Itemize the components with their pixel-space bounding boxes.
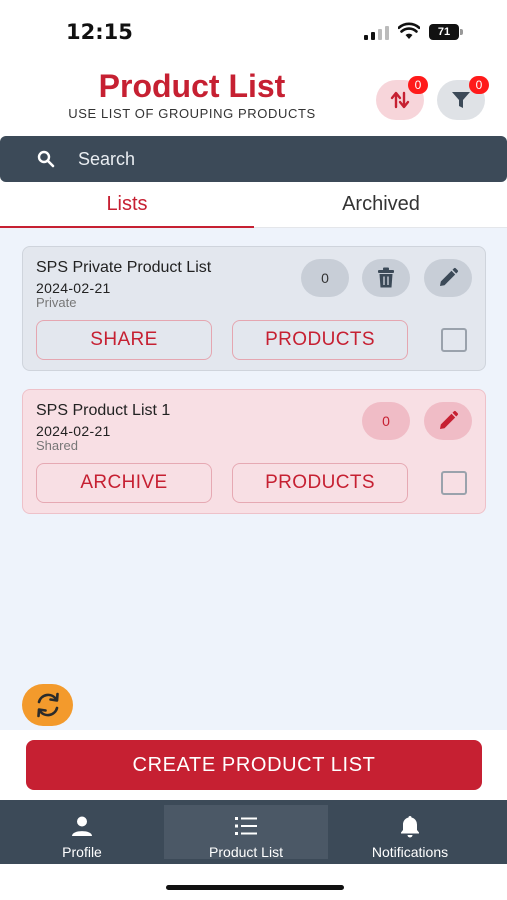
search-icon: [37, 150, 55, 168]
nav-label: Profile: [62, 844, 102, 860]
filter-button[interactable]: 0: [437, 76, 489, 120]
filter-badge: 0: [469, 76, 489, 94]
list-date: 2024-02-21: [36, 280, 111, 296]
trash-icon: [378, 267, 394, 288]
tab-bar: Lists Archived: [0, 182, 507, 228]
signal-icon: [364, 26, 390, 40]
header: Product List USE LIST OF GROUPING PRODUC…: [0, 62, 507, 136]
filter-icon: [452, 92, 470, 108]
person-icon: [72, 816, 92, 836]
list-type: Shared: [36, 438, 78, 453]
battery-icon: 71: [429, 24, 459, 40]
page-subtitle: USE LIST OF GROUPING PRODUCTS: [68, 106, 316, 121]
delete-button[interactable]: [362, 259, 410, 297]
select-checkbox[interactable]: [441, 328, 467, 352]
nav-item-product-list[interactable]: Product List: [164, 805, 328, 860]
sort-button[interactable]: 0: [376, 76, 428, 120]
nav-item-profile[interactable]: Profile: [0, 800, 164, 864]
tab-archived[interactable]: Archived: [254, 182, 507, 228]
pencil-icon: [440, 267, 459, 286]
search-bar: [0, 136, 507, 182]
list-icon: [235, 817, 257, 835]
list-card: SPS Product List 1 2024-02-21 Shared 0 A…: [22, 389, 486, 514]
sort-badge: 0: [408, 76, 428, 94]
product-count-badge: 0: [301, 259, 349, 297]
list-name: SPS Product List 1: [36, 402, 171, 419]
edit-button[interactable]: [424, 402, 472, 440]
create-product-list-button[interactable]: CREATE PRODUCT LIST: [26, 740, 482, 790]
pencil-icon: [440, 410, 459, 429]
home-indicator: [166, 885, 344, 890]
list-name: SPS Private Product List: [36, 259, 212, 276]
nav-label: Notifications: [371, 844, 449, 860]
share-button[interactable]: SHARE: [36, 320, 212, 360]
products-button[interactable]: PRODUCTS: [232, 463, 408, 503]
nav-item-notifications[interactable]: Notifications: [328, 800, 492, 864]
refresh-button[interactable]: [22, 684, 73, 726]
search-input[interactable]: [72, 144, 472, 174]
bottom-nav: Profile Product List Notifications: [0, 800, 507, 864]
refresh-icon: [36, 692, 59, 718]
list-card: SPS Private Product List 2024-02-21 Priv…: [22, 246, 486, 371]
status-bar: 12:15 71: [0, 0, 507, 62]
battery-tip: [460, 29, 463, 35]
select-checkbox[interactable]: [441, 471, 467, 495]
create-area: CREATE PRODUCT LIST: [0, 730, 507, 800]
tab-lists[interactable]: Lists: [0, 182, 254, 228]
products-button[interactable]: PRODUCTS: [232, 320, 408, 360]
list-type: Private: [36, 295, 77, 310]
wifi-icon: [398, 22, 420, 39]
archive-button[interactable]: ARCHIVE: [36, 463, 212, 503]
product-count-badge: 0: [362, 402, 410, 440]
bell-icon: [401, 816, 419, 838]
page-title: Product List: [98, 68, 286, 104]
status-time: 12:15: [66, 20, 133, 44]
sort-icon: [390, 91, 410, 109]
edit-button[interactable]: [424, 259, 472, 297]
product-lists-container: SPS Private Product List 2024-02-21 Priv…: [0, 228, 507, 730]
nav-label: Product List: [209, 844, 283, 860]
list-date: 2024-02-21: [36, 423, 111, 439]
